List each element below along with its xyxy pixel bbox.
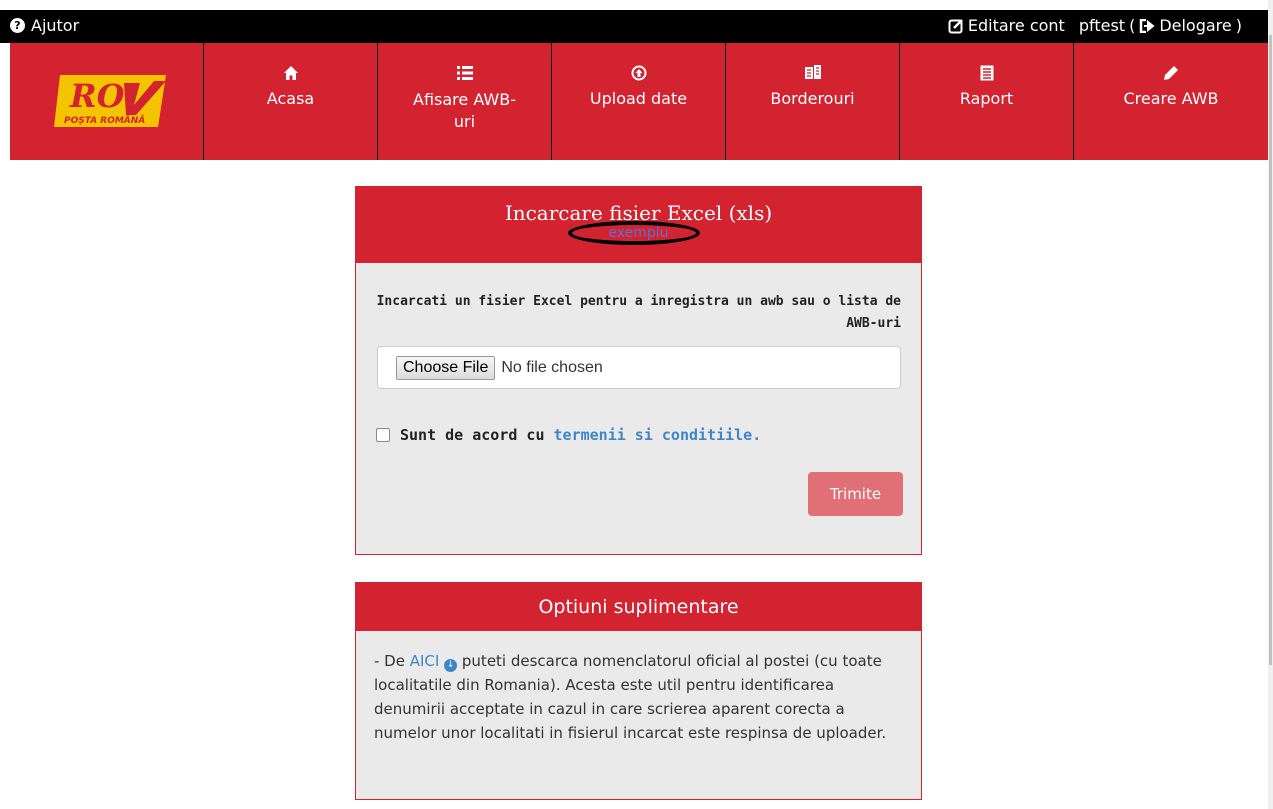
file-input[interactable]: Choose File No file chosen: [377, 346, 901, 389]
close-paren: ): [1235, 16, 1242, 35]
nav-label: Acasa: [266, 89, 315, 108]
username: pftest: [1078, 16, 1126, 35]
edit-icon: [948, 18, 963, 33]
scrollbar-thumb[interactable]: [1269, 35, 1272, 665]
terms-link[interactable]: termenii si conditiile.: [554, 426, 762, 444]
logo-cell[interactable]: RO POȘTA ROMÂNĂ: [10, 43, 204, 160]
upload-panel-header: Incarcare fisier Excel (xls) exemplu: [356, 187, 921, 263]
nav-item-creare-awb[interactable]: Creare AWB: [1074, 43, 1268, 160]
upload-description: Incarcati un fisier Excel pentru a inreg…: [376, 294, 901, 331]
options-text: - De AICI ↓ puteti descarca nomenclatoru…: [356, 631, 921, 745]
report-icon: [980, 63, 994, 83]
nav-label: Creare AWB: [1123, 89, 1219, 108]
top-bar: ? Ajutor Editare cont pftest ( Delogare …: [0, 10, 1268, 43]
account-area: Editare cont pftest ( Delogare ): [948, 16, 1242, 35]
upload-icon: [631, 63, 647, 83]
logo-brand: RO: [69, 77, 125, 115]
options-prefix: - De: [374, 652, 405, 670]
download-icon[interactable]: ↓: [444, 658, 458, 672]
nav-item-borderouri[interactable]: Borderouri: [726, 43, 900, 160]
logo-subtitle: POȘTA ROMÂNĂ: [64, 114, 145, 126]
logout-icon: [1140, 18, 1155, 33]
question-icon: ?: [10, 18, 25, 33]
terms-checkbox[interactable]: [376, 428, 390, 442]
nav-label: Afisare AWB-uri: [413, 90, 516, 131]
open-paren: (: [1129, 16, 1136, 35]
upload-panel: Incarcare fisier Excel (xls) exemplu Inc…: [355, 186, 922, 555]
help-link[interactable]: ? Ajutor: [10, 16, 79, 35]
nav-item-upload-date[interactable]: Upload date: [552, 43, 726, 160]
logout-link[interactable]: Delogare: [1159, 16, 1231, 35]
nav-label: Raport: [959, 89, 1014, 108]
file-status: No file chosen: [501, 358, 603, 376]
aici-link[interactable]: AICI: [410, 652, 440, 670]
help-label: Ajutor: [31, 16, 80, 35]
nav-item-raport[interactable]: Raport: [900, 43, 1074, 160]
main-navigation: RO POȘTA ROMÂNĂ Acasa Afisare AWB-uri Up…: [10, 43, 1268, 160]
terms-agreement: Sunt de acord cu termenii si conditiile.: [376, 426, 761, 444]
posta-romana-logo: RO POȘTA ROMÂNĂ: [54, 75, 166, 127]
nav-item-afisare-awb[interactable]: Afisare AWB-uri: [378, 43, 552, 160]
options-panel-title: Optiuni suplimentare: [356, 583, 921, 631]
list-icon: [456, 63, 473, 83]
submit-button[interactable]: Trimite: [808, 472, 903, 516]
home-icon: [283, 63, 299, 83]
agree-text: Sunt de acord cu: [400, 426, 545, 444]
nav-label: Upload date: [589, 89, 688, 108]
scrollbar[interactable]: [1268, 0, 1273, 809]
documents-icon: [804, 63, 821, 83]
options-panel: Optiuni suplimentare - De AICI ↓ puteti …: [355, 582, 922, 800]
nav-label: Borderouri: [770, 89, 855, 108]
choose-file-button[interactable]: Choose File: [396, 355, 496, 380]
highlight-ellipse: [568, 221, 700, 245]
nav-item-acasa[interactable]: Acasa: [204, 43, 378, 160]
edit-account-link[interactable]: Editare cont: [968, 16, 1065, 35]
pencil-icon: [1163, 63, 1179, 83]
